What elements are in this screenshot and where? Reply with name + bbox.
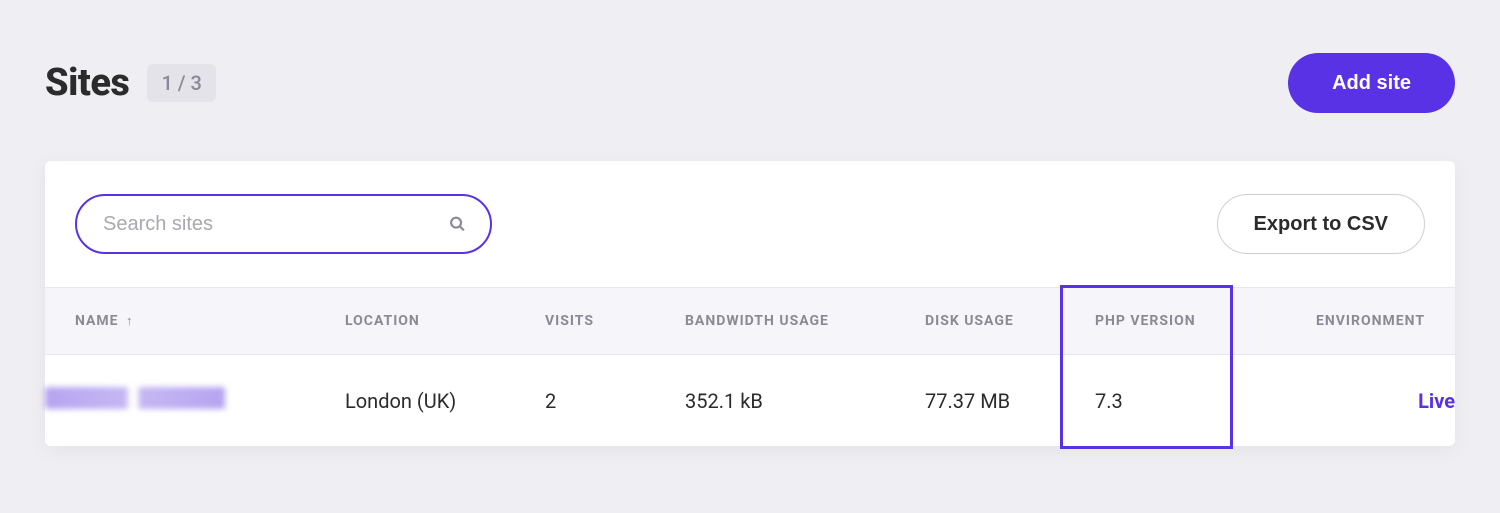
column-header-bandwidth[interactable]: BANDWIDTH USAGE	[685, 288, 925, 355]
cell-disk: 77.37 MB	[925, 355, 1095, 447]
column-header-environment[interactable]: ENVIRONMENT	[1265, 288, 1455, 355]
export-csv-button[interactable]: Export to CSV	[1217, 194, 1425, 254]
control-row: Export to CSV	[45, 161, 1455, 287]
cell-php: 7.3	[1095, 355, 1265, 447]
search-wrapper	[75, 194, 492, 254]
search-input[interactable]	[75, 194, 492, 254]
cell-visits: 2	[545, 355, 685, 447]
cell-name	[45, 355, 345, 447]
redacted-site-name	[45, 387, 225, 409]
table-row[interactable]: London (UK) 2 352.1 kB 77.37 MB 7.3 Live	[45, 355, 1455, 447]
search-icon	[449, 216, 466, 233]
count-badge: 1 / 3	[147, 64, 215, 102]
page-header: Sites 1 / 3 Add site	[45, 53, 1455, 113]
column-header-disk[interactable]: DISK USAGE	[925, 288, 1095, 355]
page-title: Sites	[45, 61, 129, 105]
column-header-location[interactable]: LOCATION	[345, 288, 545, 355]
sort-arrow-up-icon: ↑	[126, 314, 134, 329]
column-header-name-label: NAME	[75, 313, 119, 329]
table-header-row: NAME ↑ LOCATION VISITS BANDWIDTH USAGE D…	[45, 288, 1455, 355]
add-site-button[interactable]: Add site	[1288, 53, 1455, 113]
sites-table: NAME ↑ LOCATION VISITS BANDWIDTH USAGE D…	[45, 287, 1455, 446]
header-left: Sites 1 / 3	[45, 61, 216, 105]
cell-environment: Live	[1265, 355, 1455, 447]
sites-card: Export to CSV NAME ↑ LOCATION VISITS BAN…	[45, 161, 1455, 446]
cell-bandwidth: 352.1 kB	[685, 355, 925, 447]
cell-location: London (UK)	[345, 355, 545, 447]
environment-badge[interactable]: Live	[1418, 389, 1455, 413]
column-header-php[interactable]: PHP VERSION	[1095, 288, 1265, 355]
column-header-visits[interactable]: VISITS	[545, 288, 685, 355]
card-wrapper: Export to CSV NAME ↑ LOCATION VISITS BAN…	[45, 161, 1455, 446]
column-header-name[interactable]: NAME ↑	[45, 288, 345, 355]
